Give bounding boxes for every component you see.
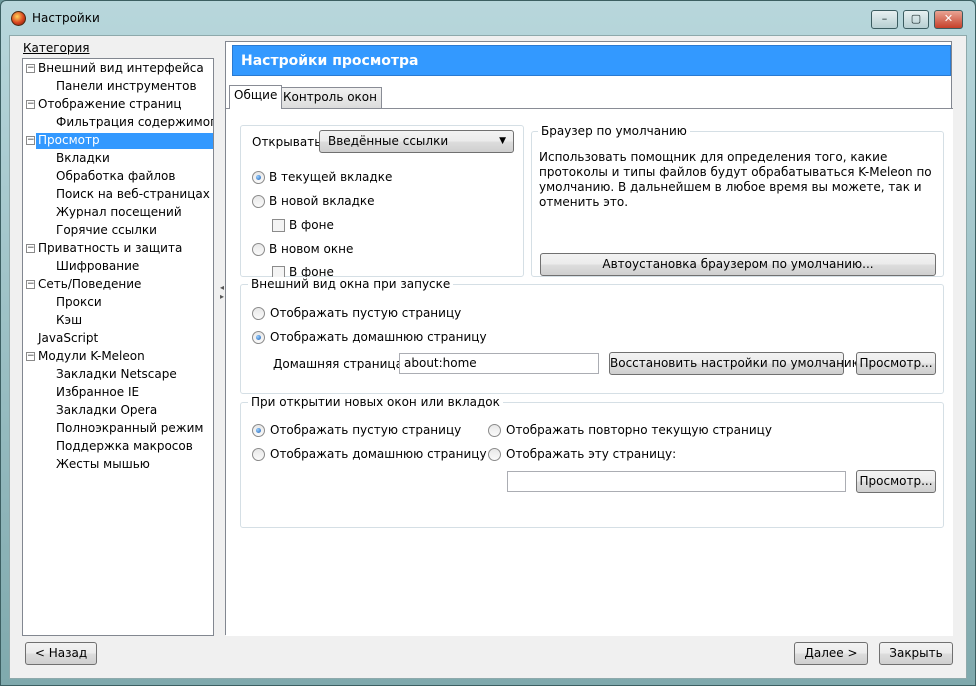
home-page-input[interactable]: about:home (399, 353, 599, 374)
radio-new-window-label: В новом окне (269, 242, 354, 256)
new-windows-group-title: При открытии новых окон или вкладок (248, 395, 503, 409)
radio-new-window[interactable] (252, 243, 265, 256)
tree-item[interactable]: Внешний вид интерфейса (36, 61, 206, 77)
tree-item[interactable]: Кэш (54, 313, 84, 329)
startup-radio-blank[interactable] (252, 307, 265, 320)
collapse-toggle-icon[interactable]: − (26, 244, 35, 253)
splitter-arrows-icon[interactable]: ◂ ▸ (220, 283, 224, 301)
newwin-radio-repeat[interactable] (488, 424, 501, 437)
newwin-radio-this-page-label: Отображать эту страницу: (506, 447, 677, 461)
minimize-button[interactable]: – (871, 10, 898, 29)
back-button[interactable]: < Назад (25, 642, 97, 665)
checkbox-background-tab[interactable] (272, 219, 285, 232)
tab-page-general: Открывать Введённые ссылки ▼ В текущей в… (226, 108, 953, 636)
radio-current-tab-label: В текущей вкладке (269, 170, 393, 184)
startup-radio-home-label: Отображать домашнюю страницу (270, 330, 487, 344)
collapse-toggle-icon[interactable]: − (26, 280, 35, 289)
dialog-client-area: Категория − Внешний вид интерфейса Панели … (9, 35, 967, 679)
collapse-toggle-icon[interactable]: − (26, 136, 35, 145)
startup-group: Внешний вид окна при запуске Отображать … (240, 277, 944, 394)
newwin-page-input[interactable] (507, 471, 846, 492)
tree-item[interactable]: Модули K-Meleon (36, 349, 147, 365)
close-button[interactable]: Закрыть (879, 642, 953, 665)
tree-item[interactable]: Поиск на веб-страницах (54, 187, 212, 203)
tree-item[interactable]: Приватность и защита (36, 241, 184, 257)
open-links-group: Открывать Введённые ссылки ▼ В текущей в… (240, 125, 524, 279)
category-label: Категория (23, 41, 90, 55)
collapse-toggle-icon[interactable]: − (26, 64, 35, 73)
default-browser-description: Использовать помощник для определения то… (539, 150, 932, 209)
new-windows-group: При открытии новых окон или вкладок Отоб… (240, 395, 944, 528)
newwin-browse-button[interactable]: Просмотр... (856, 470, 936, 493)
tree-item[interactable]: Полноэкранный режим (54, 421, 205, 437)
radio-new-tab[interactable] (252, 195, 265, 208)
tree-item[interactable]: Закладки Opera (54, 403, 159, 419)
tree-item[interactable]: Журнал посещений (54, 205, 184, 221)
restore-defaults-button[interactable]: Восстановить настройки по умолчанию (609, 352, 862, 375)
open-label: Открывать (252, 135, 322, 149)
tree-item[interactable]: JavaScript (36, 331, 100, 347)
tab-general[interactable]: Общие (229, 85, 283, 109)
chevron-down-icon: ▼ (499, 136, 506, 146)
panel-header: Настройки просмотра (232, 45, 951, 76)
tree-item[interactable]: Жесты мышью (54, 457, 152, 473)
tree-item[interactable]: Закладки Netscape (54, 367, 179, 383)
radio-current-tab[interactable] (252, 171, 265, 184)
startup-radio-home[interactable] (252, 331, 265, 344)
checkbox-background-tab-label: В фоне (289, 218, 334, 232)
tree-item[interactable]: Отображение страниц (36, 97, 184, 113)
tree-item[interactable]: Вкладки (54, 151, 112, 167)
default-browser-group: Браузер по умолчанию Использовать помощн… (531, 124, 944, 277)
window-title: Настройки (32, 11, 100, 25)
tree-item[interactable]: Фильтрация содержимого (54, 115, 213, 131)
tree-item[interactable]: Сеть/Поведение (36, 277, 143, 293)
open-links-select[interactable]: Введённые ссылки ▼ (319, 130, 514, 153)
panel-header-title: Настройки просмотра (241, 53, 419, 69)
startup-radio-blank-label: Отображать пустую страницу (270, 306, 462, 320)
set-default-browser-button[interactable]: Автоустановка браузером по умолчанию... (540, 253, 936, 276)
settings-window: Настройки – ▢ ✕ Категория − Внешний вид и… (0, 0, 976, 686)
tree-item[interactable]: Прокси (54, 295, 104, 311)
tree-item[interactable]: Панели инструментов (54, 79, 199, 95)
tree-item[interactable]: Просмотр (36, 133, 213, 149)
open-links-select-value: Введённые ссылки (328, 134, 449, 148)
newwin-radio-blank-label: Отображать пустую страницу (270, 423, 462, 437)
collapse-toggle-icon[interactable]: − (26, 100, 35, 109)
title-bar: Настройки – ▢ ✕ (1, 1, 975, 35)
tree-item[interactable]: Обработка файлов (54, 169, 177, 185)
tree-item[interactable]: Поддержка макросов (54, 439, 195, 455)
newwin-radio-blank[interactable] (252, 424, 265, 437)
maximize-button[interactable]: ▢ (903, 10, 929, 29)
newwin-radio-this-page[interactable] (488, 448, 501, 461)
collapse-toggle-icon[interactable]: − (26, 352, 35, 361)
tab-window-control[interactable]: Контроль окон (278, 87, 382, 108)
close-window-button[interactable]: ✕ (934, 10, 963, 29)
tree-item[interactable]: Шифрование (54, 259, 141, 275)
newwin-radio-home[interactable] (252, 448, 265, 461)
newwin-radio-repeat-label: Отображать повторно текущую страницу (506, 423, 772, 437)
home-page-label: Домашняя страница: (273, 357, 407, 371)
next-button[interactable]: Далее > (794, 642, 868, 665)
tree-item[interactable]: Горячие ссылки (54, 223, 159, 239)
newwin-radio-home-label: Отображать домашнюю страницу (270, 447, 487, 461)
startup-browse-button[interactable]: Просмотр... (856, 352, 936, 375)
settings-panel: Настройки просмотра Общие Контроль окон … (225, 41, 953, 636)
startup-group-title: Внешний вид окна при запуске (248, 277, 454, 291)
category-tree[interactable]: − Внешний вид интерфейса Панели инструмент… (22, 58, 214, 636)
k-meleon-app-icon (11, 11, 26, 26)
default-browser-title: Браузер по умолчанию (538, 124, 690, 138)
radio-new-tab-label: В новой вкладке (269, 194, 375, 208)
tree-item[interactable]: Избранное IE (54, 385, 141, 401)
